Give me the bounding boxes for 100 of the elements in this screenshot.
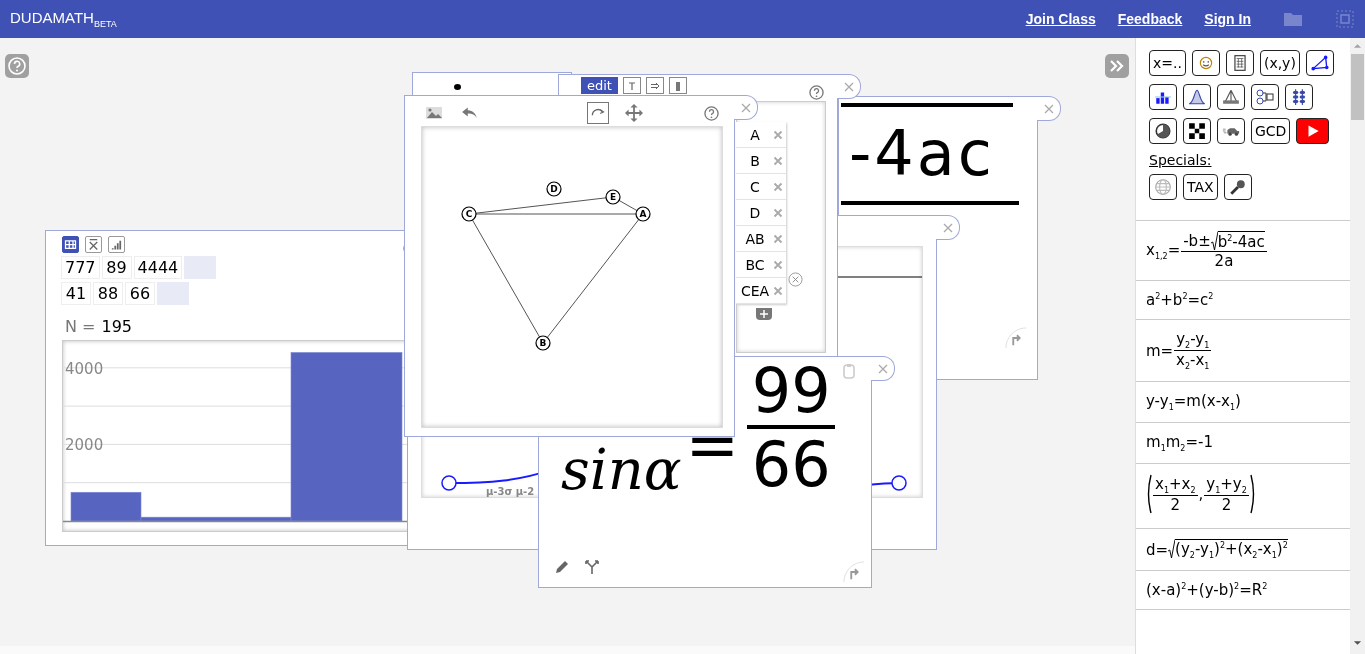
y-tick-label: 2000 (65, 436, 104, 455)
tool-button[interactable] (1305, 50, 1334, 76)
mean-icon (86, 237, 101, 252)
abacus-icon (1290, 88, 1308, 106)
count-label: N = (65, 317, 96, 336)
data-cell[interactable]: 88 (93, 282, 123, 305)
help-icon[interactable] (809, 85, 824, 100)
tree-diagram-icon (1222, 88, 1240, 106)
data-cell[interactable]: 777 (61, 256, 100, 279)
header-link[interactable]: Feedback (1117, 11, 1183, 27)
brand-logo[interactable]: DUDAMATH$_{BETA}$ (10, 9, 117, 29)
tool-button[interactable] (1149, 118, 1177, 144)
slider-handle[interactable] (441, 475, 457, 491)
toolbar-tab[interactable] (622, 77, 641, 94)
object-item[interactable]: C (737, 178, 773, 195)
object-item[interactable]: B (737, 152, 773, 169)
parenthesis-icon (1146, 474, 1152, 514)
tool-button[interactable] (1223, 174, 1252, 200)
scroll-up-icon[interactable] (1353, 43, 1362, 49)
image-icon (425, 104, 443, 122)
toolbar-tab[interactable] (645, 77, 664, 94)
close-button[interactable] (1037, 96, 1061, 121)
tool-button[interactable] (1183, 118, 1211, 144)
tool-button[interactable]: TAX (1183, 174, 1218, 200)
tool-button[interactable] (1225, 50, 1254, 76)
remove-icon[interactable] (773, 181, 783, 192)
video-button[interactable] (1296, 118, 1330, 144)
remove-icon[interactable] (773, 207, 783, 218)
close-icon (740, 102, 751, 113)
help-icon[interactable] (704, 106, 719, 121)
dot-mark (453, 83, 462, 91)
close-button[interactable] (936, 215, 960, 240)
close-button[interactable] (837, 74, 861, 99)
tool-button[interactable] (1285, 84, 1313, 110)
tool-button[interactable] (1149, 84, 1177, 110)
object-item[interactable]: CEA (737, 282, 773, 299)
data-cell[interactable]: 4444 (133, 256, 183, 279)
close-circle-icon[interactable] (788, 272, 803, 287)
object-item[interactable]: BC (737, 256, 773, 273)
close-button[interactable] (734, 95, 758, 120)
radical-icon (1210, 231, 1218, 251)
close-icon (877, 363, 888, 374)
collapse-button[interactable] (1105, 54, 1129, 78)
radical-icon (1168, 539, 1176, 559)
parenthesis-icon (1249, 474, 1256, 514)
graph-node: A (635, 206, 651, 222)
tool-button[interactable]: GCD (1251, 118, 1291, 144)
close-button[interactable] (871, 356, 895, 381)
tool-button[interactable]: x=.. (1149, 50, 1186, 76)
toolbar-tab[interactable]: edit (581, 77, 618, 94)
resize-handle[interactable] (1005, 327, 1027, 349)
formula-text: -4ac (848, 116, 995, 192)
graph-node: D (546, 181, 562, 197)
object-item[interactable]: AB (737, 230, 773, 247)
remove-icon[interactable] (773, 129, 783, 140)
object-item[interactable]: A (737, 126, 773, 143)
add-button[interactable] (756, 308, 772, 320)
view-tab[interactable] (85, 236, 102, 253)
bell-curve-icon (1188, 88, 1206, 106)
tool-button[interactable] (1191, 50, 1220, 76)
scrollbar[interactable] (1350, 38, 1365, 654)
data-cell[interactable]: 41 (61, 282, 91, 305)
graph-node: B (535, 335, 551, 351)
close-icon (942, 222, 953, 233)
specials-link[interactable]: Specials: (1149, 152, 1350, 168)
equals-sign: = (685, 408, 740, 482)
resize-handle[interactable] (843, 561, 865, 583)
scroll-thumb[interactable] (1351, 54, 1364, 120)
slider-handle[interactable] (891, 475, 907, 491)
scroll-down-icon[interactable] (1353, 640, 1362, 646)
toolbar-tab[interactable] (668, 77, 687, 94)
remove-icon[interactable] (773, 233, 783, 244)
graph-node: E (605, 189, 621, 205)
flow-diagram-icon (1256, 88, 1274, 106)
remove-icon[interactable] (773, 285, 783, 296)
help-button[interactable] (5, 54, 29, 78)
view-tab[interactable] (62, 236, 79, 253)
header-link[interactable]: Sign In (1204, 11, 1251, 27)
tool-button[interactable]: (x,y) (1259, 50, 1300, 76)
data-cell[interactable]: 66 (125, 282, 155, 305)
clipboard-icon[interactable] (843, 363, 855, 379)
graph-node: C (461, 206, 477, 222)
remove-icon[interactable] (773, 155, 783, 166)
microphone-icon (1228, 178, 1247, 196)
tool-button[interactable] (1217, 84, 1245, 110)
table-icon (63, 237, 78, 252)
numerator: 99 (751, 357, 831, 425)
denominator: 66 (751, 431, 831, 499)
view-tab[interactable] (108, 236, 125, 253)
tool-button[interactable] (1149, 174, 1177, 200)
header-link[interactable]: Join Class (1025, 11, 1096, 27)
fork-icon[interactable] (584, 559, 600, 575)
remove-icon[interactable] (773, 259, 783, 270)
pie-chart-icon (1154, 122, 1172, 140)
data-cell[interactable]: 89 (101, 256, 132, 279)
object-item[interactable]: D (737, 204, 773, 221)
tool-button[interactable] (1217, 118, 1245, 144)
tool-button[interactable] (1251, 84, 1279, 110)
tool-button[interactable] (1183, 84, 1211, 110)
pencil-icon[interactable] (554, 559, 570, 575)
